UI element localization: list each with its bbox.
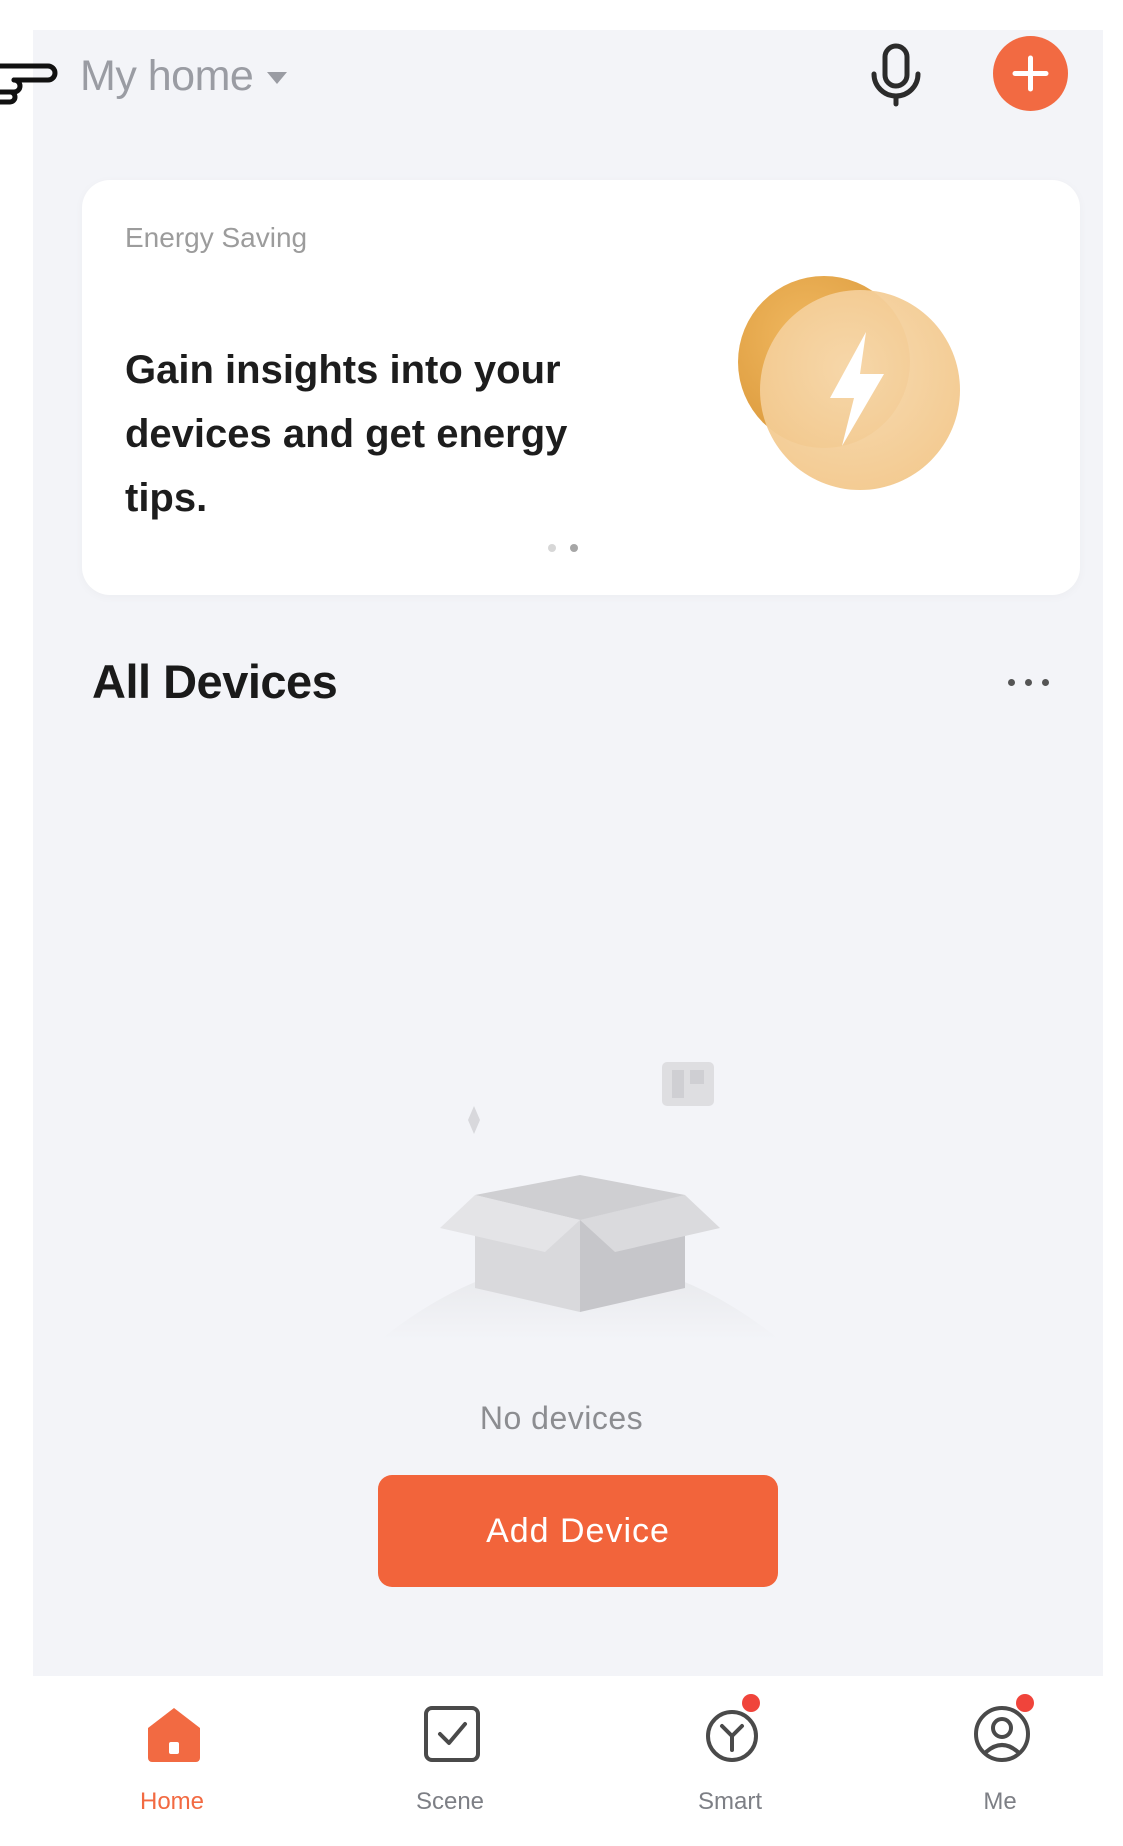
carousel-dot [548,544,556,552]
scene-checkbox-icon [424,1706,480,1762]
more-dot [1007,678,1015,686]
home-name: My home [80,51,254,100]
tab-me[interactable]: Me [920,1676,1080,1846]
tab-smart[interactable]: Smart [650,1676,810,1846]
add-device-button[interactable]: Add Device [378,1475,778,1587]
home-selector[interactable]: My home [80,46,289,106]
home-icon [148,1708,200,1762]
tab-label-home: Home [139,1788,205,1815]
no-devices-text: No devices [479,1400,644,1436]
empty-box-illustration [380,1062,780,1340]
tab-scene[interactable]: Scene [370,1676,530,1846]
more-options-button[interactable] [996,668,1060,696]
card-tag: Energy Saving [125,222,308,253]
notification-badge [1016,1694,1034,1712]
pointing-hand-icon [0,63,58,105]
add-button[interactable] [993,36,1068,111]
caret-down-icon [267,72,288,84]
tab-label-me: Me [983,1788,1017,1815]
tab-label-scene: Scene [415,1788,485,1815]
card-headline: Gain insights into your devices and get … [125,348,568,520]
plus-icon [1012,55,1049,92]
carousel-dots [548,544,578,552]
all-devices-title: All Devices [92,655,338,708]
tab-home[interactable]: Home [92,1676,252,1846]
more-dot [1024,678,1032,686]
lightning-bolt-icon [738,276,960,490]
tab-label-smart: Smart [697,1788,762,1815]
energy-saving-card[interactable]: Energy Saving Gain insights into your de… [82,180,1080,595]
notification-badge [742,1694,760,1712]
more-dot [1041,678,1049,686]
bottom-tab-bar: Home Scene Smart Me [0,1676,1123,1846]
microphone-icon[interactable] [868,42,924,108]
carousel-dot-active [570,544,578,552]
smart-icon [706,1710,758,1762]
